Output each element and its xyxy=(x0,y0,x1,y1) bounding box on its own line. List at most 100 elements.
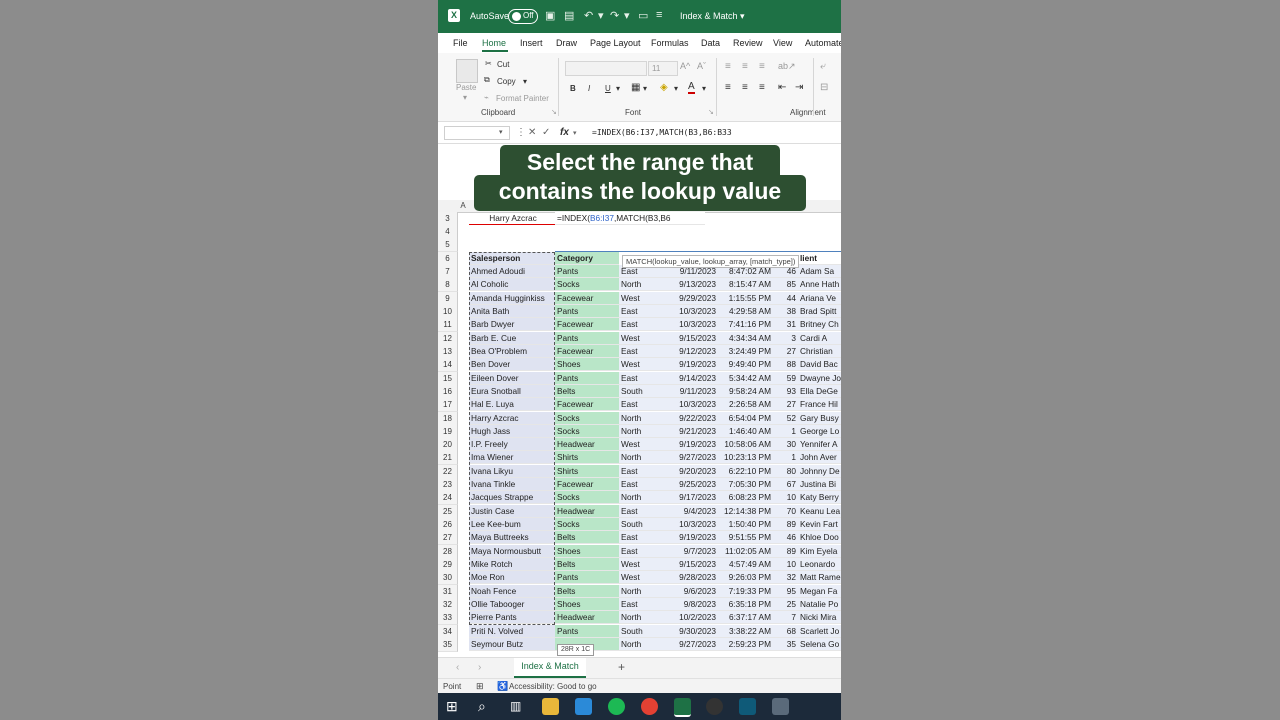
client-cell[interactable]: Ella DeGe xyxy=(798,384,841,398)
time-cell[interactable]: 10:58:06 AM xyxy=(718,438,773,452)
chrome-icon[interactable] xyxy=(641,698,658,715)
category-cell[interactable]: Shoes xyxy=(555,358,619,372)
region-cell[interactable]: North xyxy=(619,491,669,505)
client-cell[interactable]: George Lo xyxy=(798,424,841,438)
region-cell[interactable]: North xyxy=(619,637,669,651)
client-cell[interactable]: Dwayne Jo xyxy=(798,371,841,385)
row-header[interactable]: 4 xyxy=(438,225,458,239)
underline-dropdown-icon[interactable]: ▾ xyxy=(616,84,620,93)
row-header[interactable]: 10 xyxy=(438,304,458,319)
region-cell[interactable]: North xyxy=(619,584,669,598)
fx-dropdown-icon[interactable]: ▾ xyxy=(573,129,577,137)
date-cell[interactable]: 10/3/2023 xyxy=(669,304,718,318)
underline-button[interactable]: U xyxy=(605,84,611,93)
time-cell[interactable]: 7:05:30 PM xyxy=(718,478,773,492)
client-cell[interactable]: Kevin Fart xyxy=(798,518,841,532)
client-cell[interactable]: Leonardo xyxy=(798,558,841,572)
quantity-cell[interactable]: 59 xyxy=(773,371,798,385)
undo-dropdown-icon[interactable]: ▾ xyxy=(598,9,604,22)
category-cell[interactable]: Facewear xyxy=(555,291,619,305)
time-cell[interactable]: 9:58:24 AM xyxy=(718,384,773,398)
quantity-cell[interactable]: 85 xyxy=(773,278,798,292)
insert-function-icon[interactable]: fx xyxy=(560,127,569,138)
region-cell[interactable]: West xyxy=(619,438,669,452)
time-cell[interactable]: 7:19:33 PM xyxy=(718,584,773,598)
redo-dropdown-icon[interactable]: ▾ xyxy=(624,9,630,22)
date-cell[interactable]: 9/17/2023 xyxy=(669,491,718,505)
file-explorer-icon[interactable] xyxy=(542,698,559,715)
category-cell[interactable]: Headwear xyxy=(555,504,619,518)
time-cell[interactable]: 1:46:40 AM xyxy=(718,424,773,438)
time-cell[interactable]: 4:57:49 AM xyxy=(718,558,773,572)
quantity-cell[interactable]: 7 xyxy=(773,611,798,625)
active-formula-cell[interactable]: =INDEX(B6:I37,MATCH(B3,B6 xyxy=(555,212,705,225)
redo-icon[interactable]: ↷ xyxy=(610,9,619,22)
date-cell[interactable]: 10/3/2023 xyxy=(669,398,718,412)
region-cell[interactable]: West xyxy=(619,291,669,305)
quantity-cell[interactable]: 44 xyxy=(773,291,798,305)
row-header[interactable]: 33 xyxy=(438,611,458,626)
client-cell[interactable]: John Aver xyxy=(798,451,841,465)
client-cell[interactable]: France Hil xyxy=(798,398,841,412)
tab-review[interactable]: Review xyxy=(733,38,763,48)
region-cell[interactable]: East xyxy=(619,531,669,545)
search-icon[interactable]: ⌕ xyxy=(478,698,495,715)
row-header[interactable]: 30 xyxy=(438,571,458,586)
tab-home[interactable]: Home xyxy=(482,38,506,48)
row-header[interactable]: 20 xyxy=(438,438,458,453)
time-cell[interactable]: 6:37:17 AM xyxy=(718,611,773,625)
region-cell[interactable]: South xyxy=(619,518,669,532)
cut-label[interactable]: Cut xyxy=(497,60,509,69)
borders-icon[interactable]: ▦ xyxy=(631,82,640,93)
fill-color-icon[interactable]: ◈ xyxy=(660,82,668,93)
client-cell[interactable]: Natalie Po xyxy=(798,598,841,611)
date-cell[interactable]: 9/15/2023 xyxy=(669,331,718,345)
client-cell[interactable]: Ariana Ve xyxy=(798,291,841,305)
time-cell[interactable]: 3:24:49 PM xyxy=(718,344,773,358)
date-cell[interactable]: 9/19/2023 xyxy=(669,531,718,545)
row-header[interactable]: 35 xyxy=(438,637,458,652)
category-cell[interactable]: Belts xyxy=(555,531,619,545)
category-cell[interactable]: Socks xyxy=(555,411,619,425)
time-cell[interactable]: 11:02:05 AM xyxy=(718,544,773,558)
region-cell[interactable]: South xyxy=(619,624,669,638)
category-cell[interactable]: Socks xyxy=(555,278,619,292)
row-header[interactable]: 32 xyxy=(438,598,458,612)
row-header[interactable]: 6 xyxy=(438,252,458,266)
region-cell[interactable]: East xyxy=(619,398,669,412)
row-header[interactable]: 28 xyxy=(438,544,458,559)
date-cell[interactable]: 9/14/2023 xyxy=(669,371,718,385)
category-cell[interactable]: Shoes xyxy=(555,598,619,611)
enter-icon[interactable]: ✓ xyxy=(542,127,550,138)
category-cell[interactable]: Socks xyxy=(555,518,619,532)
client-cell[interactable]: Khloe Doo xyxy=(798,531,841,545)
time-cell[interactable]: 4:29:58 AM xyxy=(718,304,773,318)
align-bottom-icon[interactable]: ≡ xyxy=(759,61,765,72)
date-cell[interactable]: 9/27/2023 xyxy=(669,451,718,465)
quantity-cell[interactable]: 10 xyxy=(773,491,798,505)
client-cell[interactable]: Matt Rame xyxy=(798,571,841,585)
region-cell[interactable]: East xyxy=(619,598,669,611)
borders-dropdown-icon[interactable]: ▾ xyxy=(643,84,647,93)
quantity-cell[interactable]: 52 xyxy=(773,411,798,425)
time-cell[interactable]: 1:50:40 PM xyxy=(718,518,773,532)
time-cell[interactable]: 5:34:42 AM xyxy=(718,371,773,385)
paste-icon[interactable] xyxy=(456,59,478,83)
autosave-toggle[interactable]: Off xyxy=(508,9,538,24)
tab-insert[interactable]: Insert xyxy=(520,38,543,48)
row-header[interactable]: 25 xyxy=(438,504,458,519)
category-cell[interactable]: Belts xyxy=(555,584,619,598)
row-header[interactable]: 24 xyxy=(438,491,458,506)
quantity-cell[interactable]: 70 xyxy=(773,504,798,518)
prev-sheet-icon[interactable]: ‹ xyxy=(456,662,459,673)
time-cell[interactable]: 7:41:16 PM xyxy=(718,318,773,332)
date-cell[interactable]: 9/19/2023 xyxy=(669,438,718,452)
quantity-cell[interactable]: 3 xyxy=(773,331,798,345)
quantity-cell[interactable]: 89 xyxy=(773,544,798,558)
copy-dropdown-icon[interactable]: ▾ xyxy=(523,77,527,86)
align-top-icon[interactable]: ≡ xyxy=(725,61,731,72)
quantity-cell[interactable]: 68 xyxy=(773,624,798,638)
worksheet-grid[interactable]: A 3 Harry Azcrac =INDEX(B6:I37,MATCH(B3,… xyxy=(438,200,841,657)
save-icon[interactable]: ▣ xyxy=(545,9,555,22)
region-cell[interactable]: West xyxy=(619,558,669,572)
